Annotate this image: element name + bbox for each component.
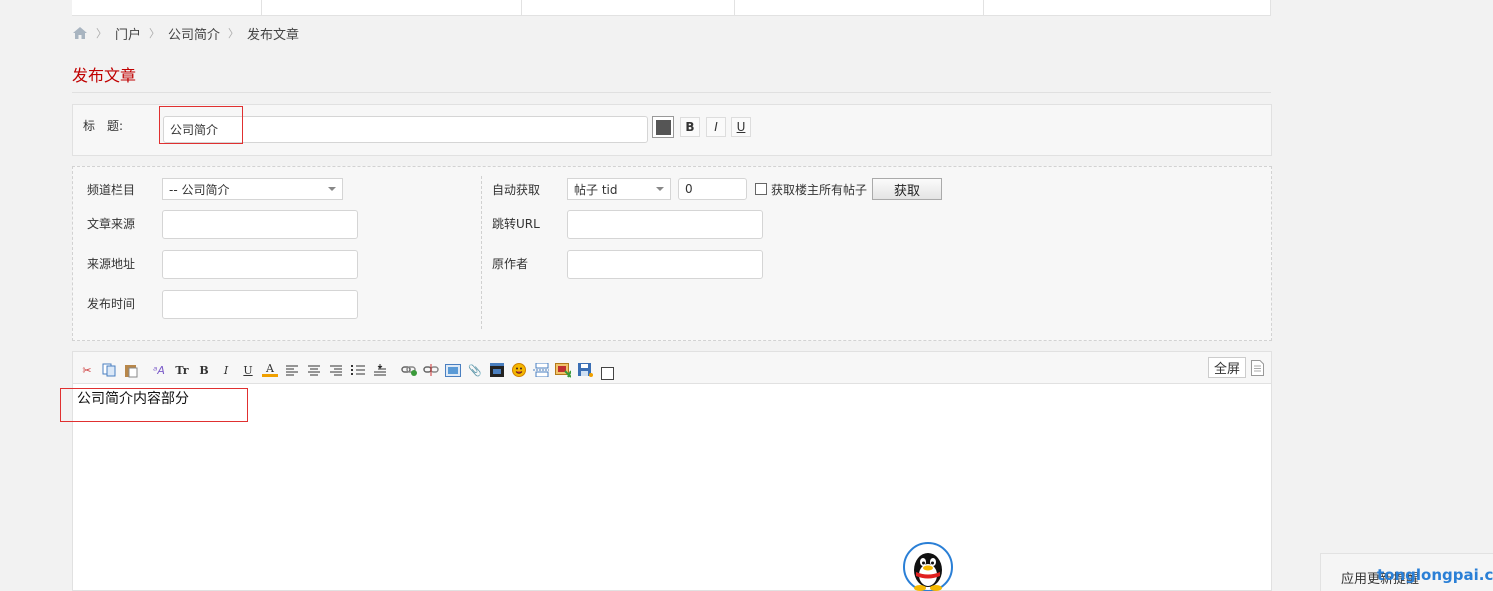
attachment-icon[interactable]: 📎	[467, 362, 483, 378]
color-swatch-icon	[655, 119, 671, 135]
fullscreen-button[interactable]: 全屏	[1208, 357, 1246, 378]
chevron-down-icon	[328, 187, 336, 191]
font-color-icon[interactable]: A	[262, 362, 278, 377]
top-nav-item[interactable]	[984, 0, 1271, 16]
channel-select[interactable]: -- 公司简介	[162, 178, 343, 200]
breadcrumb-item-portal[interactable]: 门户	[115, 24, 141, 43]
breadcrumb-separator-icon: 〉	[96, 27, 107, 40]
breadcrumb-item-current: 发布文章	[247, 27, 300, 43]
align-left-icon[interactable]	[284, 362, 300, 378]
auto-fetch-label: 自动获取	[492, 183, 541, 197]
indent-icon[interactable]	[372, 362, 388, 378]
auto-fetch-type-value: 帖子 tid	[574, 182, 618, 197]
breadcrumb: 〉 门户 〉 公司简介 〉 发布文章	[72, 24, 300, 43]
source-icon[interactable]	[1251, 360, 1265, 376]
align-right-icon[interactable]	[328, 362, 344, 378]
auto-fetch-type-select[interactable]: 帖子 tid	[567, 178, 671, 200]
link-icon[interactable]	[401, 362, 417, 378]
italic-icon[interactable]: I	[218, 362, 234, 378]
save-icon[interactable]	[577, 362, 593, 378]
fetch-button[interactable]: 获取	[872, 178, 942, 200]
checkbox-icon[interactable]	[599, 365, 615, 381]
align-center-icon[interactable]	[306, 362, 322, 378]
source-input[interactable]	[162, 210, 358, 239]
channel-label: 频道栏目	[87, 183, 136, 197]
copy-icon[interactable]	[101, 362, 117, 378]
paste-icon[interactable]	[123, 362, 139, 378]
source-url-input[interactable]	[162, 250, 358, 279]
underline-icon[interactable]: U	[240, 362, 256, 378]
emoji-icon[interactable]	[511, 362, 527, 378]
editor-toolbar: ✂ ᵃA Tr B I U A 📎	[72, 351, 1272, 384]
title-label: 标 题:	[83, 119, 124, 133]
divider	[72, 92, 1271, 93]
font-size-icon[interactable]: Tr	[174, 362, 190, 378]
home-icon[interactable]	[72, 26, 88, 40]
column-divider	[481, 176, 482, 329]
top-nav-item[interactable]	[262, 0, 522, 16]
breadcrumb-separator-icon: 〉	[149, 27, 161, 40]
top-nav-item[interactable]	[522, 0, 735, 16]
redirect-url-label: 跳转URL	[492, 217, 540, 231]
page-break-icon[interactable]	[533, 362, 549, 378]
cut-icon[interactable]: ✂	[79, 362, 95, 378]
bold-icon[interactable]: B	[196, 362, 212, 378]
publish-time-label: 发布时间	[87, 297, 136, 311]
breadcrumb-separator-icon: 〉	[228, 27, 240, 40]
chevron-down-icon	[656, 187, 664, 191]
title-color-picker[interactable]	[652, 116, 674, 138]
unlink-icon[interactable]	[423, 362, 439, 378]
top-nav	[72, 0, 1271, 16]
author-label: 原作者	[492, 257, 529, 271]
editor-content-area[interactable]	[72, 383, 1272, 591]
top-nav-item[interactable]	[72, 0, 262, 16]
redirect-url-input[interactable]	[567, 210, 763, 239]
publish-time-input[interactable]	[162, 290, 358, 319]
qq-penguin-icon[interactable]	[903, 542, 953, 591]
fetch-all-checkbox[interactable]	[755, 183, 767, 195]
breadcrumb-item-company[interactable]: 公司简介	[168, 24, 220, 43]
top-nav-item[interactable]	[735, 0, 984, 16]
author-input[interactable]	[567, 250, 763, 279]
insert-image-icon[interactable]	[555, 362, 571, 378]
highlight-box	[159, 106, 243, 144]
font-family-icon[interactable]: ᵃA	[151, 362, 167, 378]
video-icon[interactable]	[489, 362, 505, 378]
auto-fetch-id-input[interactable]: 0	[678, 178, 747, 200]
channel-select-value: -- 公司简介	[169, 182, 230, 197]
bold-button[interactable]: B	[680, 117, 700, 137]
image-icon[interactable]	[445, 362, 461, 378]
highlight-box	[60, 388, 248, 422]
ordered-list-icon[interactable]	[350, 362, 366, 378]
fetch-all-label: 获取楼主所有帖子	[771, 183, 868, 197]
page-title: 发布文章	[72, 66, 137, 85]
source-label: 文章来源	[87, 217, 136, 231]
underline-button[interactable]: U	[731, 117, 751, 137]
source-url-label: 来源地址	[87, 257, 136, 271]
italic-button[interactable]: I	[706, 117, 726, 137]
watermark-text: tonglongpai.com	[1377, 566, 1493, 584]
